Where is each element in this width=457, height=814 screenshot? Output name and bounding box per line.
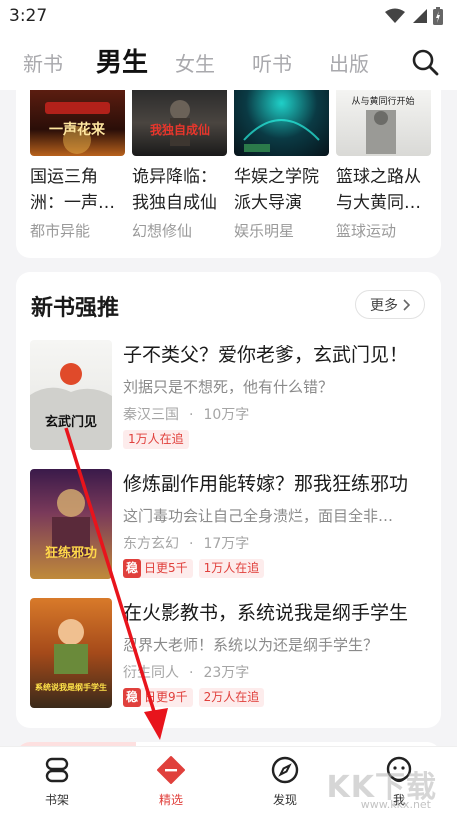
book-category: 秦汉三国 — [123, 407, 179, 423]
tab-male[interactable]: 男生 — [96, 42, 148, 79]
tab-audiobooks[interactable]: 听书 — [252, 48, 292, 77]
status-bar: 3:27 — [0, 0, 457, 34]
nav-discover[interactable]: 发现 — [255, 755, 315, 808]
top-tabs: 新书 男生 女生 听书 出版 — [0, 34, 457, 90]
book-item[interactable]: 狂练邪功 修炼副作用能转嫁？那我狂练邪功 这门毒功会让自己全身溃烂，面目全非… … — [30, 469, 426, 579]
cover-art: 玄武门见 — [30, 363, 112, 450]
cover-title: 一声花来 — [49, 121, 106, 138]
grid-book-category: 篮球运动 — [336, 222, 397, 240]
separator: · — [189, 407, 194, 423]
cover-art: 从与黄同行开始 — [351, 95, 415, 154]
grid-book-category: 娱乐明星 — [234, 222, 295, 240]
book-cover — [234, 90, 329, 156]
cover-title: 从与黄同行开始 — [351, 95, 414, 107]
book-description: 刘据只是不想死，他有什么错？ — [123, 378, 334, 396]
grid-book-title: 篮球之路从与大黄同… — [336, 167, 421, 213]
search-icon[interactable] — [411, 48, 439, 76]
book-grid-card: 一声花来 国运三角洲：一声… 都市异能 我独自成仙 诡异降临：我独自成仙 幻想修… — [16, 90, 441, 258]
cover-art — [243, 119, 320, 152]
book-cover: 狂练邪功 — [30, 469, 112, 579]
status-time: 3:27 — [9, 6, 48, 26]
book-title: 修炼副作用能转嫁？那我狂练邪功 — [123, 473, 409, 495]
book-cover: 玄武门见 — [30, 340, 112, 450]
grid-book[interactable]: 华娱之学院派大导演 娱乐明星 — [234, 90, 329, 241]
update-badge: 稳 日更5千 — [123, 559, 193, 578]
book-category: 衍生同人 — [123, 665, 179, 681]
update-badge: 稳 日更9千 — [123, 688, 193, 707]
cover-title: 系统说我是纲手学生 — [35, 682, 107, 692]
book-meta: 东方玄幻 · 17万字 — [123, 533, 249, 553]
cover-art: 狂练邪功 — [45, 489, 97, 561]
stable-badge: 稳 — [123, 559, 142, 578]
book-description: 忍界大老师！系统以为还是纲手学生？ — [123, 636, 379, 654]
daily-update: 日更9千 — [144, 690, 188, 704]
cover-art: 我独自成仙 — [150, 100, 210, 146]
book-word-count: 17万字 — [203, 536, 250, 552]
book-item[interactable]: 玄武门见 子不类父？爱你老爹，玄武门见！ 刘据只是不想死，他有什么错？ 秦汉三国… — [30, 340, 426, 450]
section-title: 新书强推 — [31, 296, 120, 321]
status-icons — [385, 7, 443, 25]
nav-label: 精选 — [158, 793, 183, 807]
more-button[interactable]: 更多 — [355, 290, 425, 319]
cover-art: 一声花来 — [45, 102, 110, 154]
followers-badge: 1万人在追 — [123, 430, 189, 449]
grid-book-title: 华娱之学院派大导演 — [234, 167, 319, 213]
book-cover: 我独自成仙 — [132, 90, 227, 156]
nav-label: 发现 — [272, 793, 297, 807]
followers-badge: 2万人在追 — [198, 688, 265, 707]
book-title: 在火影教书，系统说我是纲手学生 — [123, 602, 409, 624]
cover-title: 我独自成仙 — [150, 122, 210, 137]
daily-update: 日更5千 — [144, 561, 188, 575]
grid-book-category: 都市异能 — [30, 222, 91, 240]
grid-book-title: 诡异降临：我独自成仙 — [132, 167, 217, 213]
separator: · — [189, 536, 194, 552]
cover-title: 玄武门见 — [45, 414, 97, 430]
nav-featured[interactable]: 精选 — [141, 755, 201, 808]
cover-title: 狂练邪功 — [45, 545, 97, 561]
book-title: 子不类父？爱你老爹，玄武门见！ — [123, 344, 409, 366]
grid-book[interactable]: 从与黄同行开始 篮球之路从与大黄同… 篮球运动 — [336, 90, 431, 241]
book-item[interactable]: 系统说我是纲手学生 在火影教书，系统说我是纲手学生 忍界大老师！系统以为还是纲手… — [30, 598, 426, 708]
book-cover: 一声花来 — [30, 90, 125, 156]
cover-art: 系统说我是纲手学生 — [35, 619, 107, 692]
grid-book-category: 幻想修仙 — [132, 222, 193, 240]
stable-badge: 稳 — [123, 688, 142, 707]
bookshelf-icon — [45, 757, 69, 783]
tab-published[interactable]: 出版 — [329, 48, 369, 77]
nav-label: 书架 — [44, 793, 69, 807]
book-tags: 稳 日更5千 1万人在追 — [123, 559, 265, 578]
book-description: 这门毒功会让自己全身溃烂，面目全非… — [123, 507, 394, 525]
grid-book[interactable]: 我独自成仙 诡异降临：我独自成仙 幻想修仙 — [132, 90, 227, 241]
wifi-icon — [385, 8, 405, 23]
grid-book[interactable]: 一声花来 国运三角洲：一声… 都市异能 — [30, 90, 125, 241]
watermark-url: www.kkx.net — [360, 798, 431, 811]
book-tags: 1万人在追 — [123, 430, 189, 449]
signal-icon — [413, 9, 427, 23]
book-word-count: 23万字 — [203, 665, 250, 681]
book-tags: 稳 日更9千 2万人在追 — [123, 688, 265, 707]
more-label: 更多 — [370, 297, 398, 314]
tab-female[interactable]: 女生 — [175, 48, 215, 77]
book-cover: 从与黄同行开始 — [336, 90, 431, 156]
book-meta: 秦汉三国 · 10万字 — [123, 404, 249, 424]
separator: · — [189, 665, 194, 681]
chevron-right-icon — [403, 298, 410, 311]
recommend-card: 新书强推 更多 玄武门见 子不类父？爱你老爹，玄武门见！ 刘据只是不想死，他有什… — [16, 272, 441, 728]
featured-icon — [157, 756, 185, 784]
book-word-count: 10万字 — [203, 407, 250, 423]
compass-icon — [271, 756, 299, 784]
followers-badge: 1万人在追 — [198, 559, 265, 578]
book-category: 东方玄幻 — [123, 536, 179, 552]
book-meta: 衍生同人 · 23万字 — [123, 662, 249, 682]
battery-icon — [433, 7, 443, 25]
book-cover: 系统说我是纲手学生 — [30, 598, 112, 708]
nav-bookshelf[interactable]: 书架 — [27, 755, 87, 808]
grid-book-title: 国运三角洲：一声… — [30, 167, 115, 213]
tab-new-books[interactable]: 新书 — [23, 48, 63, 77]
